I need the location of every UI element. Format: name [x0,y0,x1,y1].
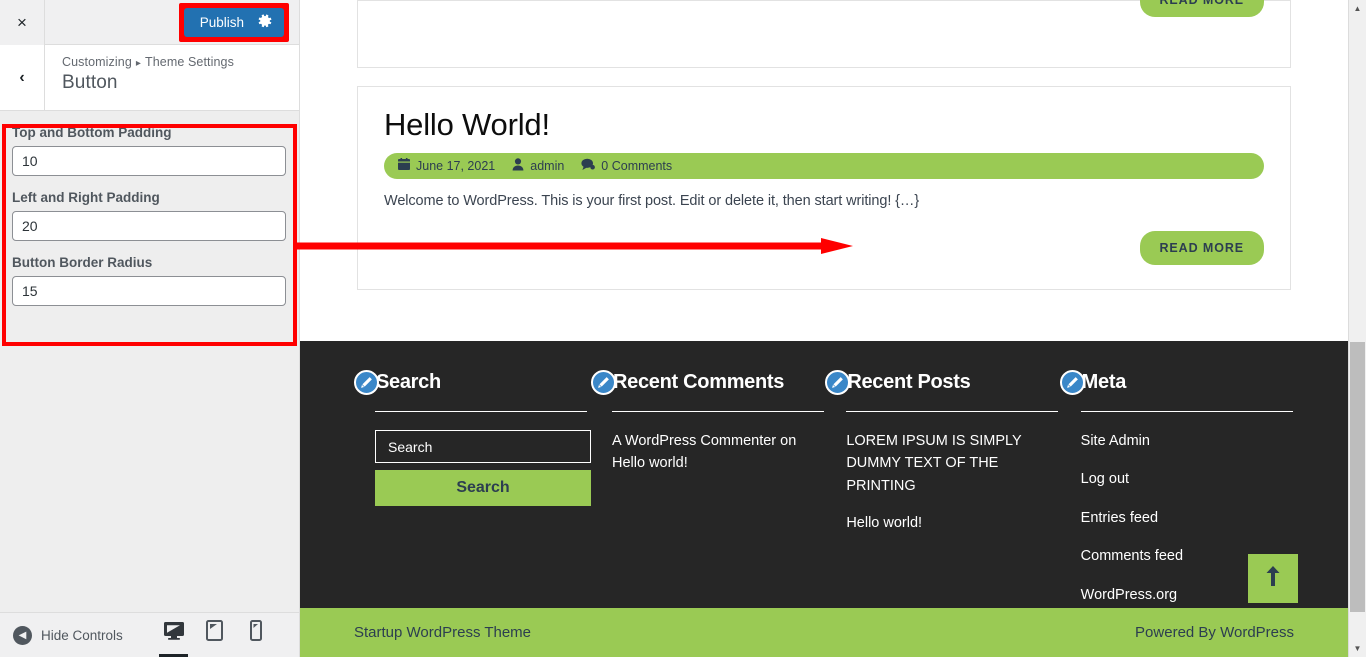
mobile-icon [249,620,262,646]
publish-button-highlight: Publish [178,3,289,42]
post-actions: READ MORE [384,231,1264,265]
arrow-up-icon [1265,565,1281,592]
footer-widget-recent-comments: Recent Comments A WordPress Commenter on… [591,365,825,608]
edit-widget-pencil-icon[interactable] [825,369,851,395]
widget-title: Recent Posts [847,370,971,393]
post-meta-bar: June 17, 2021 admin 0 Comments [384,153,1264,179]
read-more-button[interactable]: READ MORE [1139,0,1264,17]
gear-icon[interactable] [258,14,272,30]
field-top-bottom-padding: Top and Bottom Padding [12,125,287,176]
widget-header: Recent Posts [825,365,1059,399]
scrollbar-up-arrow-icon[interactable]: ▲ [1349,0,1366,17]
widget-body: A WordPress Commenter on Hello world! [591,430,825,475]
field-label: Button Border Radius [12,255,153,270]
widget-body: LOREM IPSUM IS SIMPLY DUMMY TEXT OF THE … [825,430,1059,535]
customizer-screen: READ MORE Hello World! June 17, 2021 adm… [0,0,1366,657]
widget-divider [375,411,587,412]
breadcrumb-section[interactable]: Theme Settings [145,55,234,69]
widget-divider [1080,411,1293,412]
calendar-icon [398,158,410,174]
page-title: Button [62,72,118,93]
hide-controls-label: Hide Controls [41,627,123,643]
hide-controls-button[interactable]: ◀ Hide Controls [0,625,123,645]
edit-widget-pencil-icon[interactable] [354,369,379,395]
post-card-hello-world: Hello World! June 17, 2021 admin 0 Comme… [357,86,1291,290]
device-mobile-button[interactable] [235,613,276,657]
post-author-text: admin [530,159,565,173]
footer-powered-by: Powered By WordPress [1135,624,1294,641]
back-chevron-icon[interactable]: ‹ [0,45,45,110]
read-more-button-hello-world[interactable]: READ MORE [1139,231,1264,265]
field-button-border-radius: Button Border Radius [12,255,287,306]
field-label: Top and Bottom Padding [12,125,172,140]
post-excerpt: Welcome to WordPress. This is your first… [384,193,920,209]
button-border-radius-input[interactable] [12,276,286,306]
post-author: admin [512,158,564,174]
post-title: Hello World! [384,107,550,142]
breadcrumb-separator-icon: ▸ [135,58,141,69]
publish-button-label: Publish [199,14,244,30]
desktop-icon [163,621,185,646]
meta-link-entries-feed[interactable]: Entries feed [1081,507,1294,529]
widget-divider [846,411,1059,412]
comments-icon [581,158,596,174]
scroll-to-top-button[interactable] [1248,554,1298,603]
post-card-partial: READ MORE [357,0,1291,68]
user-icon [512,158,524,174]
recent-post-item[interactable]: Hello world! [846,512,1059,534]
device-desktop-button[interactable] [153,613,194,657]
edit-widget-pencil-icon[interactable] [591,369,616,395]
recent-post-item[interactable]: LOREM IPSUM IS SIMPLY DUMMY TEXT OF THE … [846,430,1059,497]
footer-widget-search: Search Search [354,365,591,608]
device-preview-switcher [153,613,299,657]
widget-header: Recent Comments [591,365,825,399]
collapse-arrow-icon: ◀ [13,625,32,645]
footer-widget-recent-posts: Recent Posts LOREM IPSUM IS SIMPLY DUMMY… [825,365,1059,608]
widget-header: Search [354,365,591,399]
widget-title: Recent Comments [613,370,785,393]
customizer-titles: Customizing ▸ Theme Settings Button [45,45,234,110]
footer-search-button[interactable]: Search [375,470,591,506]
widget-divider [612,411,824,412]
footer-theme-name: Startup WordPress Theme [354,624,532,641]
post-date-text: June 17, 2021 [416,159,496,173]
post-date: June 17, 2021 [398,158,495,174]
site-footer-bar: Startup WordPress Theme Powered By WordP… [300,608,1348,657]
post-comments-text: 0 Comments [601,159,673,173]
customizer-header: × Publish [0,0,299,45]
device-tablet-button[interactable] [194,613,235,657]
meta-link-site-admin[interactable]: Site Admin [1081,430,1294,452]
field-label: Left and Right Padding [12,190,160,205]
tablet-icon [206,620,223,646]
breadcrumb-root[interactable]: Customizing [62,55,132,69]
customizer-controls: Top and Bottom Padding Left and Right Pa… [0,111,299,333]
widget-title: Meta [1081,370,1127,393]
field-left-right-padding: Left and Right Padding [12,190,287,241]
footer-widget-area: Search Search Recent Com [300,341,1348,608]
widget-body: Search [354,430,591,506]
scrollbar-thumb[interactable] [1350,342,1365,612]
theme-preview-frame: READ MORE Hello World! June 17, 2021 adm… [300,0,1348,657]
top-bottom-padding-input[interactable] [12,146,286,176]
left-right-padding-input[interactable] [12,211,286,241]
meta-link-log-out[interactable]: Log out [1081,468,1294,490]
widget-header: Meta [1059,365,1294,399]
post-comments: 0 Comments [581,158,672,174]
preview-scrollbar[interactable]: ▲ ▼ [1348,0,1366,657]
customizer-footer: ◀ Hide Controls [0,612,299,657]
breadcrumb: Customizing ▸ Theme Settings [62,55,234,69]
publish-button[interactable]: Publish [183,8,284,37]
customizer-sidebar: × Publish ‹ Customizing▸ Theme Settings [0,0,300,657]
read-more-button-top-card[interactable]: READ MORE [1139,0,1264,17]
close-customizer-icon[interactable]: × [0,0,45,45]
recent-comment-item[interactable]: A WordPress Commenter on Hello world! [612,430,825,475]
customizer-title-row: ‹ Customizing ▸ Theme Settings Button [0,45,299,111]
footer-search-input[interactable] [375,430,591,463]
edit-widget-pencil-icon[interactable] [1059,369,1085,395]
scrollbar-down-arrow-icon[interactable]: ▼ [1349,640,1366,657]
widget-title: Search [376,370,441,393]
